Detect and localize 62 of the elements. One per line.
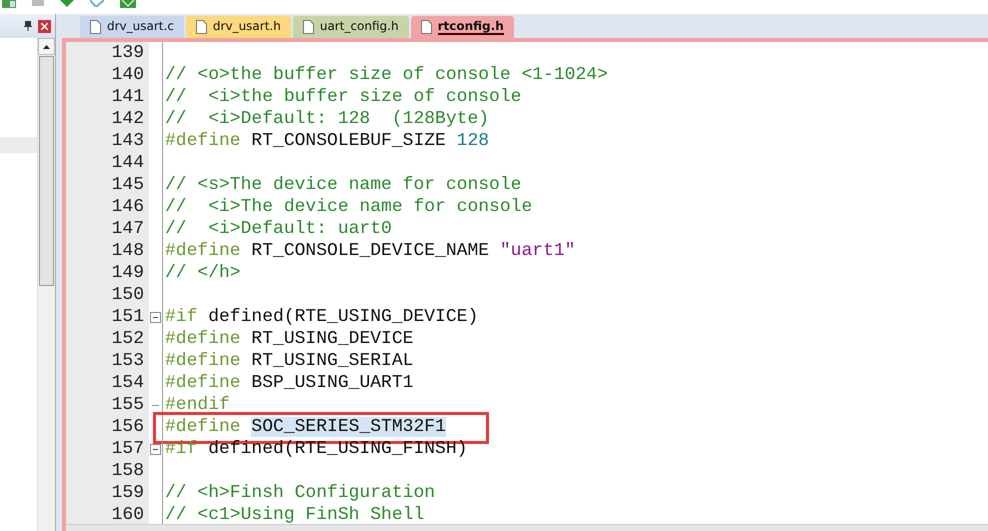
file-icon [302, 20, 314, 34]
code-line: // <i>Default: 128 (128Byte) [164, 109, 490, 129]
code-line: // </h> [164, 263, 241, 283]
window-icon[interactable] [2, 0, 16, 8]
scroll-up-button[interactable] [38, 38, 55, 55]
scrollbar-thumb[interactable] [39, 56, 54, 286]
line-number: 144 [66, 152, 149, 174]
fold-collapse-icon[interactable] [150, 444, 161, 454]
line-number: 147 [66, 218, 149, 240]
code-line: #define BSP_USING_UART1 [164, 373, 414, 393]
code-line: // <s>The device name for console [164, 175, 522, 195]
code-line: #define RT_USING_SERIAL [164, 351, 414, 371]
line-number: 140 [66, 64, 149, 86]
line-number: 142 [66, 108, 149, 130]
line-number: 160 [66, 504, 149, 524]
check-icon[interactable] [90, 0, 104, 7]
code-line: #define RT_CONSOLE_DEVICE_NAME "uart1" [164, 241, 576, 261]
code-line: #define SOC_SERIES_STM32F1 [164, 417, 446, 437]
close-button[interactable] [38, 20, 51, 32]
file-tab[interactable]: rtconfig.h [410, 16, 514, 38]
line-number: 149 [66, 262, 149, 284]
code-line: #define RT_USING_DEVICE [164, 329, 414, 349]
horizontal-scrollbar[interactable] [66, 524, 988, 531]
line-number: 155 [66, 394, 149, 416]
code-line: // <o>the buffer size of console <1-1024> [164, 65, 608, 85]
code-line: // <i>Default: uart0 [164, 219, 392, 239]
pin-icon[interactable] [24, 21, 32, 31]
code-line: // <h>Finsh Configuration [164, 483, 436, 503]
line-number: 152 [66, 328, 149, 350]
line-number: 159 [66, 482, 149, 504]
line-number: 154 [66, 372, 149, 394]
line-number: 146 [66, 196, 149, 218]
line-number: 139 [66, 42, 149, 64]
code-line: #if defined(RTE_USING_DEVICE) [164, 307, 478, 327]
code-line: // <i>The device name for console [164, 197, 532, 217]
line-number: 150 [66, 284, 149, 306]
download-icon[interactable] [60, 0, 74, 7]
line-number: 156 [66, 416, 149, 438]
file-tab[interactable]: drv_usart.c [80, 16, 184, 38]
line-number: 141 [66, 86, 149, 108]
line-number: 157 [66, 438, 149, 460]
line-number: 151 [66, 306, 149, 328]
line-number: 145 [66, 174, 149, 196]
file-icon [420, 20, 432, 34]
file-tab[interactable]: uart_config.h [292, 16, 409, 38]
file-icon [196, 20, 207, 34]
line-number: 143 [66, 130, 149, 152]
line-number: 153 [66, 350, 149, 372]
close-icon [41, 22, 48, 30]
line-number: 148 [66, 240, 149, 262]
caret-icon [43, 44, 50, 48]
code-line: #if defined(RTE_USING_FINSH) [164, 439, 468, 459]
code-line: // <i>the buffer size of console [164, 87, 522, 107]
code-line: #define RT_CONSOLEBUF_SIZE 128 [164, 131, 490, 151]
code-line: // <c1>Using FinSh Shell [164, 505, 424, 524]
line-number: 158 [66, 460, 149, 482]
file-icon [90, 20, 101, 34]
mail-icon[interactable] [120, 0, 136, 8]
code-line: #endif [164, 395, 230, 415]
code-editor[interactable] [66, 42, 988, 524]
fold-collapse-icon[interactable] [150, 312, 161, 322]
file-tab[interactable]: drv_usart.h [186, 16, 291, 38]
